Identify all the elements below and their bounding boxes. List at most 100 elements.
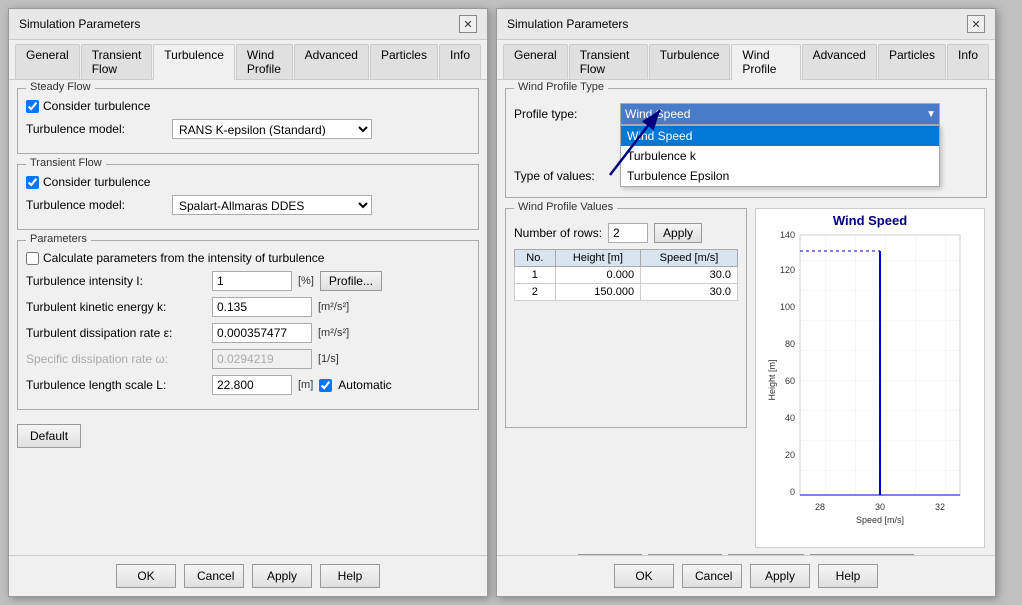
right-dialog-body: Wind Profile Type Profile type: Wind Spe… [497,80,995,555]
parameters-label: Parameters [26,233,91,245]
svg-text:Speed [m/s]: Speed [m/s] [856,515,904,525]
left-tab-bar: General Transient Flow Turbulence Wind P… [9,40,487,80]
wind-data-table: No. Height [m] Speed [m/s] 10.00030.0215… [514,249,738,301]
parameters-group: Parameters Calculate parameters from the… [17,240,479,410]
left-cancel-button[interactable]: Cancel [184,564,244,588]
transient-model-row: Turbulence model: Spalart-Allmaras DDES [26,195,470,215]
specific-label: Specific dissipation rate ω: [26,352,206,366]
svg-text:80: 80 [785,339,795,349]
length-unit: [m] [298,379,313,391]
intensity-unit: [%] [298,275,314,287]
svg-text:120: 120 [780,265,795,275]
kinetic-unit: [m²/s²] [318,301,349,313]
num-rows-input[interactable] [608,223,648,243]
dissipation-input[interactable] [212,323,312,343]
length-row: Turbulence length scale L: [m] Automatic [26,375,470,395]
right-close-button[interactable]: ✕ [967,15,985,33]
svg-text:40: 40 [785,413,795,423]
steady-model-label: Turbulence model: [26,122,166,136]
right-tab-bar: General Transient Flow Turbulence Wind P… [497,40,995,80]
right-dialog: Simulation Parameters ✕ General Transien… [496,8,996,597]
calc-param-text: Calculate parameters from the intensity … [43,251,324,265]
cell-height: 150.000 [555,284,640,301]
wind-profile-type-label: Wind Profile Type [514,81,608,93]
steady-turbulence-text: Consider turbulence [43,99,150,113]
tab-advanced-left[interactable]: Advanced [294,44,369,79]
svg-text:0: 0 [790,487,795,497]
tab-advanced-right[interactable]: Advanced [802,44,877,79]
cell-speed: 30.0 [641,284,738,301]
left-dialog-body: Steady Flow Consider turbulence Turbulen… [9,80,487,555]
tab-particles-right[interactable]: Particles [878,44,946,79]
right-footer-action-buttons: Default Constant Generate Refresh Graph [505,548,987,555]
dropdown-item-turbk[interactable]: Turbulence k [621,146,939,166]
intensity-label: Turbulence intensity I: [26,274,206,288]
tab-info-right[interactable]: Info [947,44,989,79]
transient-turbulence-text: Consider turbulence [43,175,150,189]
transient-turbulence-checkbox[interactable] [26,176,39,189]
right-apply-button[interactable]: Apply [750,564,810,588]
kinetic-label: Turbulent kinetic energy k: [26,300,206,314]
right-cancel-button[interactable]: Cancel [682,564,742,588]
tab-transient-left[interactable]: Transient Flow [81,44,153,79]
cell-height: 0.000 [555,267,640,284]
left-title-bar: Simulation Parameters ✕ [9,9,487,40]
left-help-button[interactable]: Help [320,564,380,588]
tab-info-left[interactable]: Info [439,44,481,79]
wind-values-group: Wind Profile Values Number of rows: Appl… [505,208,747,428]
tab-general-right[interactable]: General [503,44,568,79]
svg-text:32: 32 [935,502,945,512]
svg-text:30: 30 [875,502,885,512]
profile-button[interactable]: Profile... [320,271,382,291]
dissipation-unit: [m²/s²] [318,327,349,339]
chart-title: Wind Speed [756,209,984,230]
wind-values-label: Wind Profile Values [514,201,617,213]
col-speed: Speed [m/s] [641,250,738,267]
left-close-button[interactable]: ✕ [459,15,477,33]
cell-no: 1 [515,267,556,284]
wind-apply-button[interactable]: Apply [654,223,702,243]
wind-values-panel: Wind Profile Values Number of rows: Appl… [505,208,747,548]
svg-text:28: 28 [815,502,825,512]
tab-general-left[interactable]: General [15,44,80,79]
kinetic-input[interactable] [212,297,312,317]
tab-particles-left[interactable]: Particles [370,44,438,79]
right-ok-button[interactable]: OK [614,564,674,588]
steady-turbulence-row: Consider turbulence [26,99,470,113]
left-ok-button[interactable]: OK [116,564,176,588]
kinetic-row: Turbulent kinetic energy k: [m²/s²] [26,297,470,317]
intensity-row: Turbulence intensity I: [%] Profile... [26,271,470,291]
steady-model-row: Turbulence model: RANS K-epsilon (Standa… [26,119,470,139]
tab-windprofile-right[interactable]: Wind Profile [731,44,800,80]
svg-text:Height [m]: Height [m] [767,359,777,400]
tab-turbulence-right[interactable]: Turbulence [649,44,731,79]
left-dialog: Simulation Parameters ✕ General Transien… [8,8,488,597]
steady-turbulence-checkbox[interactable] [26,100,39,113]
left-default-button[interactable]: Default [17,424,81,448]
calc-param-checkbox[interactable] [26,252,39,265]
tab-transient-right[interactable]: Transient Flow [569,44,648,79]
tab-turbulence-left[interactable]: Turbulence [153,44,235,80]
automatic-checkbox[interactable] [319,379,332,392]
length-input[interactable] [212,375,292,395]
calc-param-row: Calculate parameters from the intensity … [26,251,470,265]
transient-flow-label: Transient Flow [26,157,106,169]
steady-flow-label: Steady Flow [26,81,95,93]
profile-type-dropdown-container: Wind Speed ▼ Wind Speed Turbulence k Tur… [620,103,940,125]
right-help-button[interactable]: Help [818,564,878,588]
table-row: 10.00030.0 [515,267,738,284]
intensity-input[interactable] [212,271,292,291]
steady-model-select[interactable]: RANS K-epsilon (Standard) [172,119,372,139]
transient-model-label: Turbulence model: [26,198,166,212]
transient-model-select[interactable]: Spalart-Allmaras DDES [172,195,372,215]
svg-text:60: 60 [785,376,795,386]
num-rows-label: Number of rows: [514,226,602,240]
dropdown-item-turbepsilon[interactable]: Turbulence Epsilon [621,166,939,186]
dropdown-item-windspeed[interactable]: Wind Speed [621,126,939,146]
steady-flow-group: Steady Flow Consider turbulence Turbulen… [17,88,479,154]
main-content-right: Wind Profile Values Number of rows: Appl… [505,208,987,548]
tab-windprofile-left[interactable]: Wind Profile [236,44,293,79]
cell-no: 2 [515,284,556,301]
profile-type-dropdown[interactable]: Wind Speed ▼ [620,103,940,125]
left-apply-button[interactable]: Apply [252,564,312,588]
